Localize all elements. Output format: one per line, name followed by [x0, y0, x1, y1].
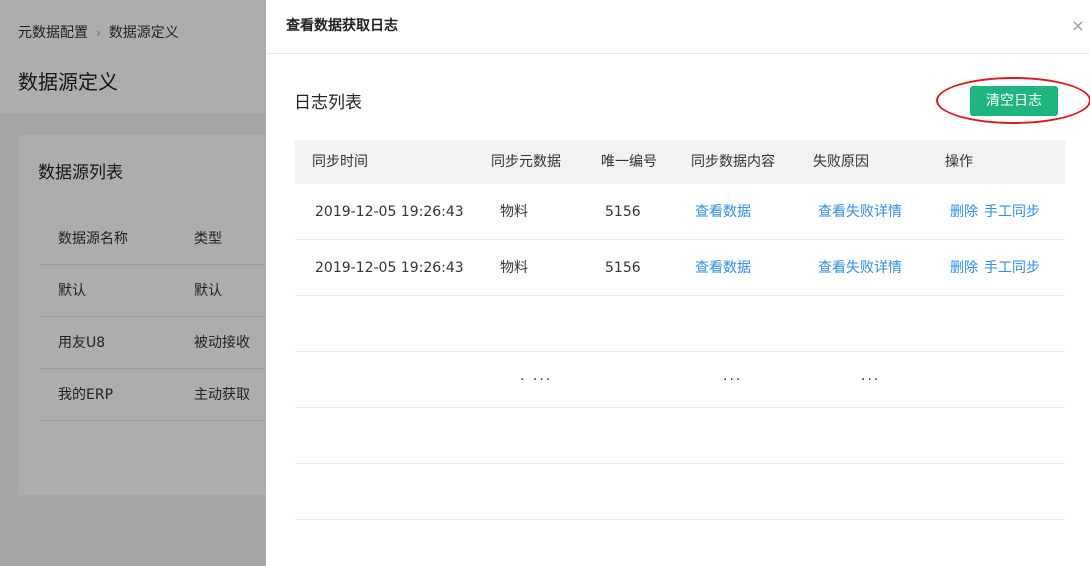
empty-row: · ··· ··· ··· [295, 352, 1065, 408]
clear-log-button[interactable]: 清空日志 [970, 86, 1058, 116]
cell-metadata: 物料 [500, 260, 528, 276]
column-header-fail-reason: 失败原因 [813, 154, 869, 170]
table-row: 2019-12-05 19:26:43 物料 5156 查看数据 查看失败详情 … [295, 240, 1065, 296]
view-failure-details-link[interactable]: 查看失败详情 [818, 240, 902, 296]
cell-sync-time: 2019-12-05 19:26:43 [315, 260, 464, 276]
log-table: 同步时间 同步元数据 唯一编号 同步数据内容 失败原因 操作 2019-12-0… [295, 140, 1065, 520]
empty-row [295, 296, 1065, 352]
column-header-unique-id: 唯一编号 [601, 154, 657, 170]
manual-sync-link[interactable]: 手工同步 [984, 184, 1040, 240]
empty-row [295, 408, 1065, 464]
table-header-row: 同步时间 同步元数据 唯一编号 同步数据内容 失败原因 操作 [295, 140, 1065, 184]
column-header-actions: 操作 [945, 154, 973, 170]
table-row: 2019-12-05 19:26:43 物料 5156 查看数据 查看失败详情 … [295, 184, 1065, 240]
drawer-title: 查看数据获取日志 [286, 18, 398, 34]
view-failure-details-link[interactable]: 查看失败详情 [818, 184, 902, 240]
section-title: 日志列表 [294, 93, 362, 113]
cell-unique-id: 5156 [605, 204, 641, 220]
empty-row [295, 464, 1065, 520]
column-header-sync-content: 同步数据内容 [691, 154, 775, 170]
delete-link[interactable]: 删除 [950, 184, 978, 240]
placeholder-dots: ··· [861, 372, 881, 388]
manual-sync-link[interactable]: 手工同步 [984, 240, 1040, 296]
view-data-link[interactable]: 查看数据 [695, 184, 751, 240]
column-header-sync-metadata: 同步元数据 [491, 154, 561, 170]
drawer-header: 查看数据获取日志 × [266, 0, 1090, 54]
delete-link[interactable]: 删除 [950, 240, 978, 296]
column-header-sync-time: 同步时间 [312, 154, 368, 170]
view-data-link[interactable]: 查看数据 [695, 240, 751, 296]
close-icon[interactable]: × [1070, 16, 1086, 36]
cell-unique-id: 5156 [605, 260, 641, 276]
placeholder-dots: · ··· [520, 372, 553, 388]
cell-sync-time: 2019-12-05 19:26:43 [315, 204, 464, 220]
log-drawer: 查看数据获取日志 × 日志列表 清空日志 同步时间 同步元数据 唯一编号 同步数… [266, 0, 1090, 566]
cell-metadata: 物料 [500, 204, 528, 220]
placeholder-dots: ··· [723, 372, 743, 388]
